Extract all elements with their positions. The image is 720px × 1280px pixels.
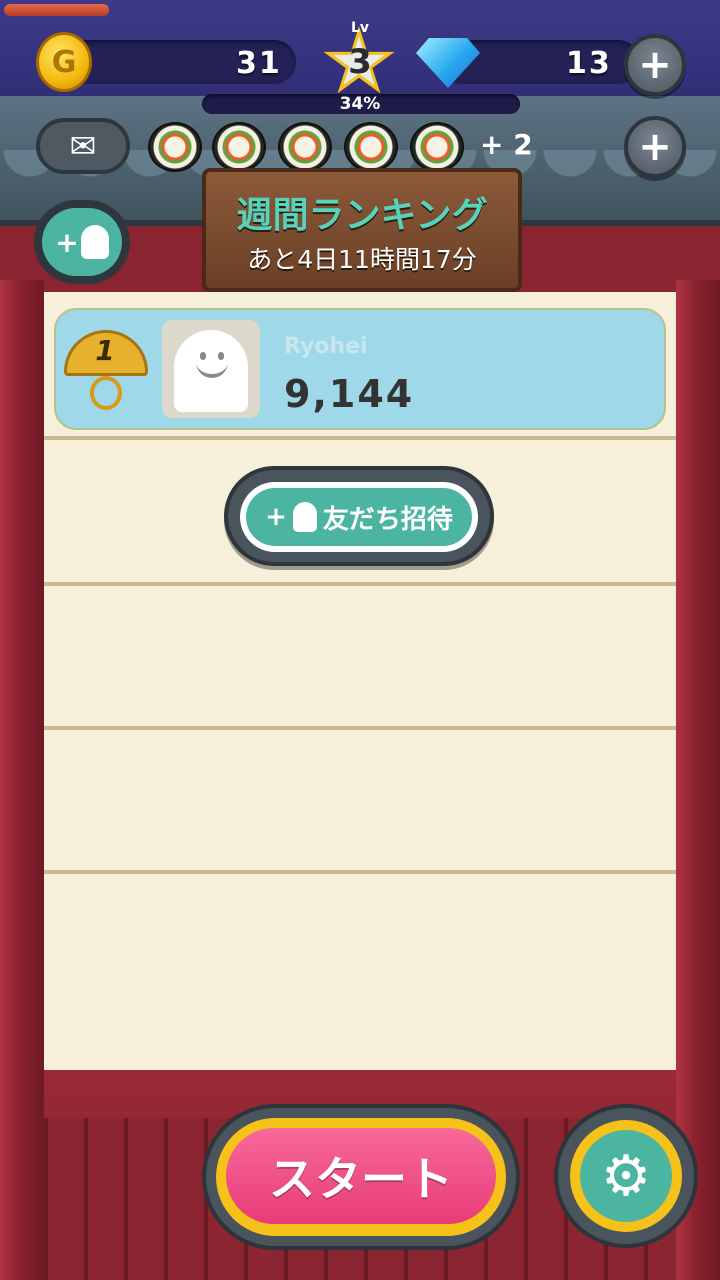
mail-icon: ✉ (69, 127, 97, 165)
player-score: 9,144 (284, 372, 415, 416)
invite-label: 友だち招待 (322, 504, 453, 535)
sushi-life-icon (148, 122, 202, 172)
player-name: Ryohei (284, 334, 368, 359)
settings-button[interactable]: ⚙ (580, 1130, 672, 1222)
rank-first-fan-icon: 1 (64, 330, 148, 414)
buy-gems-button[interactable]: + (624, 34, 686, 96)
row-divider (44, 870, 676, 874)
buy-lives-button[interactable]: + (624, 116, 686, 178)
gold-coin-icon: G (36, 32, 92, 92)
invite-friends-button[interactable]: + 友だち招待 (246, 488, 472, 546)
xp-progress-fill (4, 4, 109, 16)
extra-lives-count: + 2 (480, 128, 533, 161)
coin-count: 31 (236, 46, 282, 81)
add-friend-button[interactable]: + (42, 208, 122, 276)
row-divider (44, 582, 676, 586)
level-label: Lv (350, 20, 370, 36)
gem-count: 13 (566, 46, 612, 81)
ranking-time-left: あと4日11時間17分 (247, 245, 477, 274)
left-pillar (0, 280, 44, 1280)
row-divider (44, 436, 676, 440)
right-pillar (676, 280, 720, 1280)
rank-number: 1 (95, 334, 115, 367)
sushi-life-icon (278, 122, 332, 172)
ranking-title: 週間ランキング (236, 195, 488, 236)
gear-icon: ⚙ (600, 1143, 652, 1209)
friend-icon (292, 502, 317, 532)
friend-icon (80, 225, 109, 259)
plus-icon: + (265, 502, 287, 532)
level-number: 3 (348, 42, 372, 82)
sushi-life-icon (344, 122, 398, 172)
sushi-life-icon (212, 122, 266, 172)
xp-percent: 34% (339, 94, 381, 114)
sushi-life-icon (410, 122, 464, 172)
start-button[interactable]: スタート (226, 1128, 496, 1224)
row-divider (44, 726, 676, 730)
mailbox-button[interactable]: ✉ (36, 118, 130, 174)
plus-icon: + (55, 225, 79, 259)
